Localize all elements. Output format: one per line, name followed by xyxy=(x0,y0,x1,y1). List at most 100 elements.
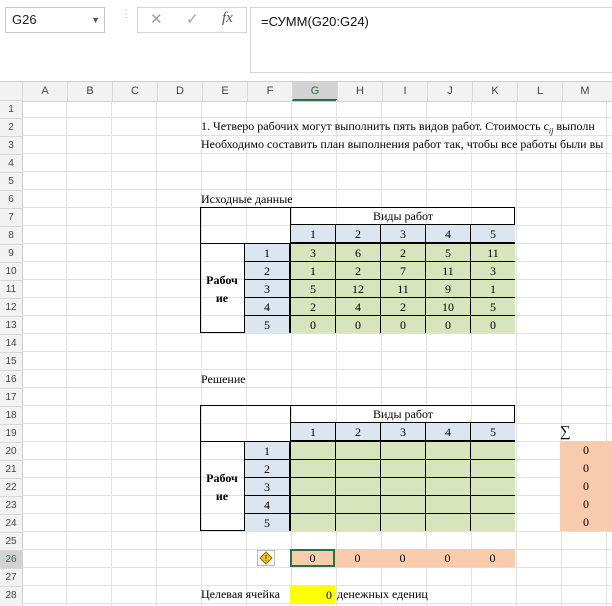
col-sum-cell[interactable]: 0 xyxy=(425,549,470,567)
row-header-1[interactable]: 1 xyxy=(0,100,22,118)
source-cost-cell[interactable]: 5 xyxy=(470,297,515,315)
formula-input[interactable]: =СУММ(G20:G24) xyxy=(250,7,612,73)
row-header-16[interactable]: 16 xyxy=(0,370,22,388)
col-sum-cell[interactable]: 0 xyxy=(470,549,515,567)
solution-assign-cell[interactable] xyxy=(290,513,335,531)
solution-assign-cell[interactable] xyxy=(425,441,470,459)
error-check-icon[interactable]: ! xyxy=(257,550,275,566)
row-header-13[interactable]: 13 xyxy=(0,316,22,334)
source-cost-cell[interactable]: 11 xyxy=(425,261,470,279)
row-header-2[interactable]: 2 xyxy=(0,118,22,136)
row-header-15[interactable]: 15 xyxy=(0,352,22,370)
source-cost-cell[interactable]: 0 xyxy=(380,315,425,333)
row-sum-cell[interactable]: 0 xyxy=(560,477,612,495)
row-header-27[interactable]: 27 xyxy=(0,568,22,586)
source-cost-cell[interactable]: 4 xyxy=(335,297,380,315)
name-box[interactable]: G26 ▼ xyxy=(5,7,105,33)
insert-function-icon[interactable]: fx xyxy=(222,10,233,27)
solution-assign-cell[interactable] xyxy=(425,459,470,477)
source-cost-cell[interactable]: 3 xyxy=(470,261,515,279)
row-header-24[interactable]: 24 xyxy=(0,514,22,532)
solution-assign-cell[interactable] xyxy=(290,441,335,459)
row-header-9[interactable]: 9 xyxy=(0,244,22,262)
solution-assign-cell[interactable] xyxy=(380,513,425,531)
column-header-D[interactable]: D xyxy=(157,82,202,101)
source-cost-cell[interactable]: 3 xyxy=(290,243,335,261)
source-cost-cell[interactable]: 0 xyxy=(470,315,515,333)
row-header-11[interactable]: 11 xyxy=(0,280,22,298)
row-header-4[interactable]: 4 xyxy=(0,154,22,172)
source-cost-cell[interactable]: 7 xyxy=(380,261,425,279)
column-header-C[interactable]: C xyxy=(112,82,157,101)
row-header-18[interactable]: 18 xyxy=(0,406,22,424)
source-cost-cell[interactable]: 11 xyxy=(380,279,425,297)
column-header-E[interactable]: E xyxy=(202,82,247,101)
source-cost-cell[interactable]: 2 xyxy=(290,297,335,315)
solution-assign-cell[interactable] xyxy=(335,441,380,459)
worksheet-grid[interactable]: 1. Четверо рабочих могут выполнить пять … xyxy=(22,100,612,606)
column-header-I[interactable]: I xyxy=(382,82,427,101)
enter-icon[interactable]: ✓ xyxy=(186,10,199,28)
row-header-23[interactable]: 23 xyxy=(0,496,22,514)
source-cost-cell[interactable]: 10 xyxy=(425,297,470,315)
column-header-K[interactable]: K xyxy=(472,82,517,101)
column-header-L[interactable]: L xyxy=(517,82,562,101)
col-sum-cell[interactable]: 0 xyxy=(290,549,335,567)
row-sum-cell[interactable]: 0 xyxy=(560,441,612,459)
row-header-10[interactable]: 10 xyxy=(0,262,22,280)
row-header-19[interactable]: 19 xyxy=(0,424,22,442)
row-header-3[interactable]: 3 xyxy=(0,136,22,154)
source-cost-cell[interactable]: 5 xyxy=(290,279,335,297)
solution-assign-cell[interactable] xyxy=(470,477,515,495)
column-header-H[interactable]: H xyxy=(337,82,382,101)
row-header-20[interactable]: 20 xyxy=(0,442,22,460)
source-cost-cell[interactable]: 12 xyxy=(335,279,380,297)
row-header-5[interactable]: 5 xyxy=(0,172,22,190)
solution-assign-cell[interactable] xyxy=(290,495,335,513)
col-sum-cell[interactable]: 0 xyxy=(380,549,425,567)
row-header-28[interactable]: 28 xyxy=(0,586,22,604)
row-header-25[interactable]: 25 xyxy=(0,532,22,550)
solution-assign-cell[interactable] xyxy=(425,495,470,513)
target-cell-value[interactable]: 0 xyxy=(290,586,335,604)
col-sum-cell[interactable]: 0 xyxy=(335,549,380,567)
column-header-B[interactable]: B xyxy=(67,82,112,101)
row-sum-cell[interactable]: 0 xyxy=(560,495,612,513)
column-header-G[interactable]: G xyxy=(292,82,337,101)
source-cost-cell[interactable]: 0 xyxy=(335,315,380,333)
column-header-M[interactable]: M xyxy=(562,82,607,101)
source-cost-cell[interactable]: 2 xyxy=(380,243,425,261)
row-sum-cell[interactable]: 0 xyxy=(560,459,612,477)
chevron-down-icon[interactable]: ▼ xyxy=(91,8,100,32)
solution-assign-cell[interactable] xyxy=(425,513,470,531)
source-cost-cell[interactable]: 1 xyxy=(290,261,335,279)
row-header-8[interactable]: 8 xyxy=(0,226,22,244)
source-cost-cell[interactable]: 2 xyxy=(335,261,380,279)
cancel-icon[interactable]: ✕ xyxy=(150,10,163,28)
solution-assign-cell[interactable] xyxy=(335,513,380,531)
row-header-26[interactable]: 26 xyxy=(0,550,22,568)
column-header-A[interactable]: A xyxy=(22,82,67,101)
source-cost-cell[interactable]: 0 xyxy=(290,315,335,333)
row-header-12[interactable]: 12 xyxy=(0,298,22,316)
select-all-corner[interactable] xyxy=(0,82,22,101)
solution-assign-cell[interactable] xyxy=(380,477,425,495)
source-cost-cell[interactable]: 5 xyxy=(425,243,470,261)
row-header-22[interactable]: 22 xyxy=(0,478,22,496)
solution-assign-cell[interactable] xyxy=(470,441,515,459)
source-cost-cell[interactable]: 9 xyxy=(425,279,470,297)
solution-assign-cell[interactable] xyxy=(470,459,515,477)
solution-assign-cell[interactable] xyxy=(290,459,335,477)
row-header-21[interactable]: 21 xyxy=(0,460,22,478)
row-header-6[interactable]: 6 xyxy=(0,190,22,208)
solution-assign-cell[interactable] xyxy=(470,495,515,513)
source-cost-cell[interactable]: 1 xyxy=(470,279,515,297)
solution-assign-cell[interactable] xyxy=(335,495,380,513)
column-header-F[interactable]: F xyxy=(247,82,292,101)
solution-assign-cell[interactable] xyxy=(380,459,425,477)
column-header-J[interactable]: J xyxy=(427,82,472,101)
source-cost-cell[interactable]: 6 xyxy=(335,243,380,261)
solution-assign-cell[interactable] xyxy=(335,477,380,495)
solution-assign-cell[interactable] xyxy=(470,513,515,531)
source-cost-cell[interactable]: 0 xyxy=(425,315,470,333)
